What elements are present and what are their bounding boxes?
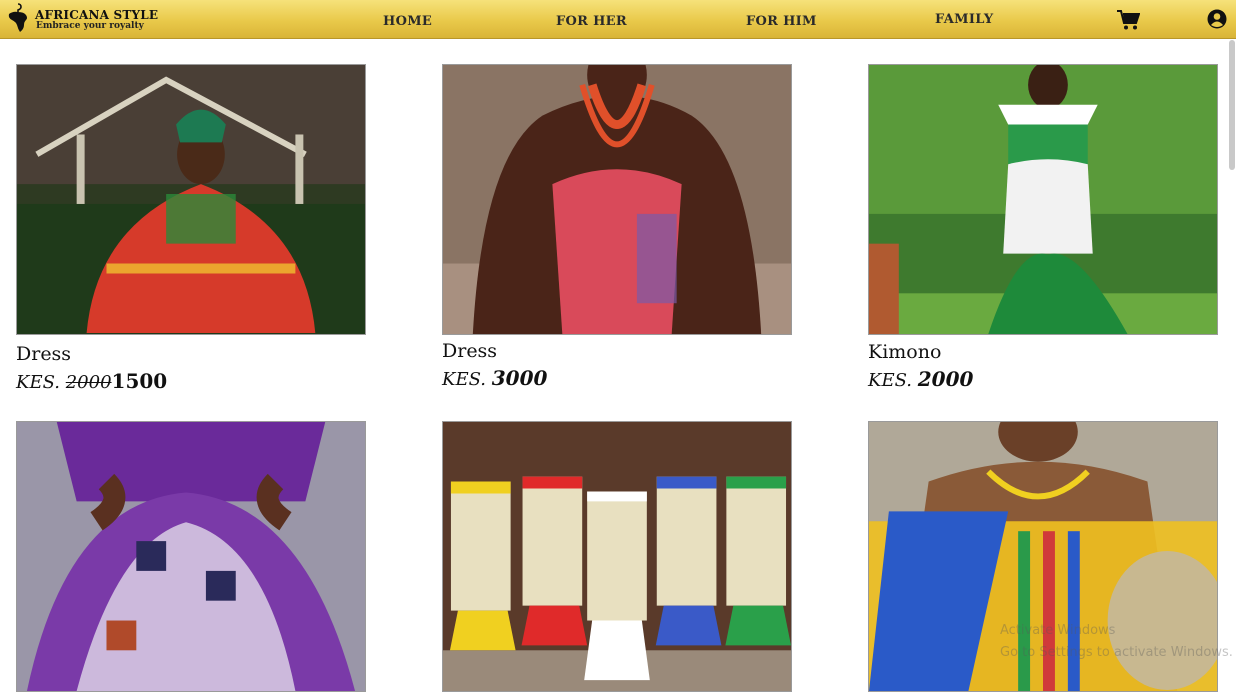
product-name: Dress: [442, 340, 498, 362]
price-currency: KES.: [16, 372, 60, 393]
product-price: KES. 3000: [442, 366, 547, 390]
product-image[interactable]: [442, 421, 792, 692]
price-currency: KES.: [442, 369, 486, 390]
product-image[interactable]: [442, 64, 792, 335]
brand-logo[interactable]: AFRICANA STYLE Embrace your royalty: [4, 2, 158, 36]
nav-home-link[interactable]: HOME: [383, 14, 432, 29]
shopping-cart-icon[interactable]: [1116, 9, 1140, 31]
product-name: Kimono: [868, 341, 942, 363]
product-price: KES. 20001500: [16, 369, 167, 393]
product-image[interactable]: [16, 421, 366, 692]
brand-title: AFRICANA STYLE: [35, 8, 159, 22]
nav-for-her-link[interactable]: FOR HER: [556, 14, 627, 29]
nav-for-him-link[interactable]: FOR HIM: [746, 14, 817, 29]
page-scrollbar[interactable]: [1229, 40, 1235, 170]
price-currency: KES.: [868, 370, 912, 391]
brand-tagline: Embrace your royalty: [36, 21, 144, 31]
product-price-value: 2000: [917, 367, 974, 391]
watermark-line-1: Activate Windows: [1000, 623, 1116, 638]
product-price-value: 3000: [491, 366, 548, 390]
africa-hanger-icon: [8, 3, 28, 32]
product-name: Dress: [16, 343, 72, 365]
sale-price: 1500: [111, 369, 168, 393]
watermark-line-2: Go to Settings to activate Windows.: [1000, 645, 1233, 660]
old-price: 2000: [65, 372, 112, 393]
nav-family-link[interactable]: FAMILY: [935, 12, 993, 27]
os-activation-watermark: Activate Windows Go to Settings to activ…: [1000, 620, 1233, 664]
top-navbar: AFRICANA STYLE Embrace your royalty HOME…: [0, 0, 1236, 39]
product-price: KES. 2000: [868, 367, 973, 391]
product-image[interactable]: [868, 64, 1218, 335]
user-account-icon[interactable]: [1207, 9, 1227, 29]
product-image[interactable]: [16, 64, 366, 335]
